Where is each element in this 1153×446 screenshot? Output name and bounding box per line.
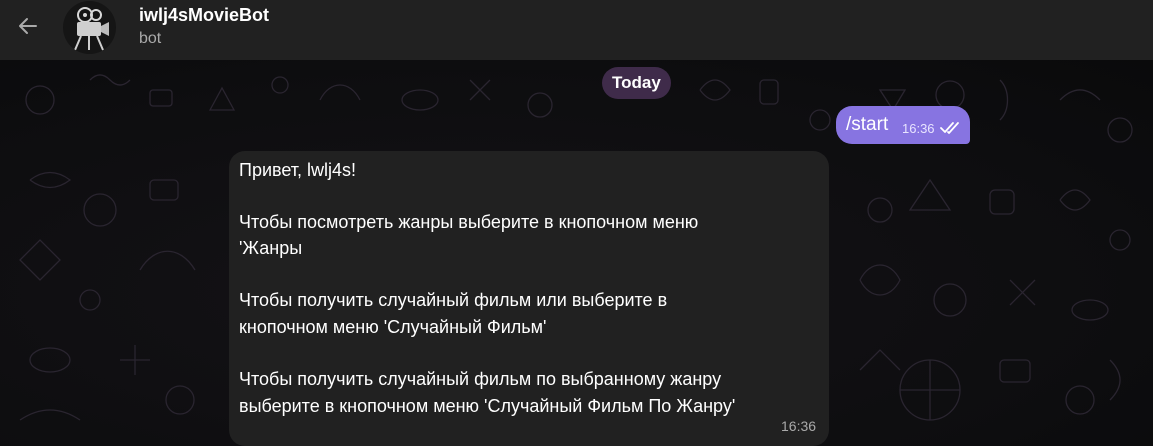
message-line: выберите в кнопочном меню 'Случайный Фил… (239, 396, 736, 416)
double-check-icon (940, 122, 959, 134)
message-time: 16:36 (902, 121, 935, 136)
message-line: кнопочном меню 'Случайный Фильм' (239, 317, 547, 337)
arrow-left-icon (19, 18, 37, 34)
telegram-chat-window: iwlj4sMovieBot bot Today /start 16:36 Пр… (0, 0, 1153, 446)
chat-subtitle: bot (139, 30, 162, 47)
message-text: /start (846, 114, 889, 135)
message-line: Чтобы получить случайный фильм или выбер… (239, 290, 668, 310)
chat-header: iwlj4sMovieBot bot (0, 0, 1153, 60)
film-camera-icon (63, 1, 116, 54)
outgoing-message[interactable]: /start 16:36 (836, 106, 970, 144)
incoming-message[interactable]: Привет, lwlj4s! Чтобы посмотреть жанры в… (229, 151, 829, 446)
message-line: 'Жанры (239, 238, 303, 258)
chat-title[interactable]: iwlj4sMovieBot (139, 4, 269, 26)
avatar[interactable] (63, 1, 116, 54)
message-line: Чтобы получить случайный фильм по выбран… (239, 369, 722, 389)
back-button[interactable] (10, 8, 46, 44)
message-time: 16:36 (781, 418, 817, 434)
message-line: Привет, lwlj4s! (239, 160, 357, 180)
message-line: Чтобы посмотреть жанры выберите в кнопоч… (239, 212, 699, 232)
date-separator: Today (602, 67, 671, 99)
